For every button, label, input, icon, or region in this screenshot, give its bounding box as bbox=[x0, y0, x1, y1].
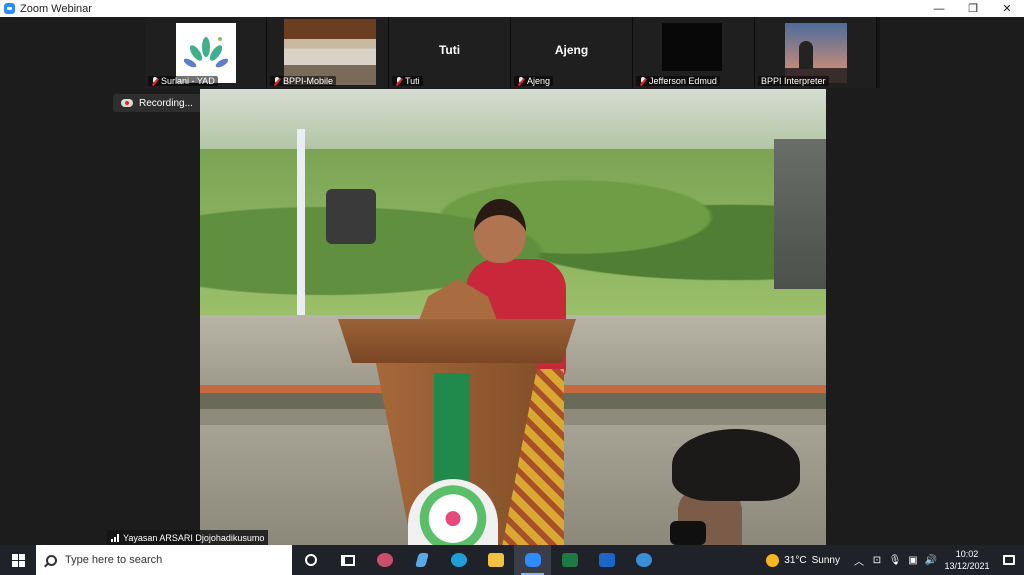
outlook-icon bbox=[598, 553, 615, 567]
participant-tile[interactable]: Surlani - YAD bbox=[145, 17, 267, 88]
participant-tile[interactable]: BPPI-Mobile bbox=[267, 17, 389, 88]
participant-name: BPPI-Mobile bbox=[283, 76, 334, 86]
sun-icon bbox=[766, 553, 780, 567]
participant-tile[interactable]: Jefferson Edmud bbox=[633, 17, 755, 88]
weather-condition: Sunny bbox=[811, 554, 840, 566]
folder-icon bbox=[487, 553, 504, 567]
help-icon bbox=[635, 553, 652, 567]
task-view-icon bbox=[340, 554, 355, 566]
restore-button[interactable]: ❐ bbox=[956, 0, 990, 17]
taskbar-app-edge[interactable] bbox=[440, 545, 477, 575]
participant-name: BPPI Interpreter bbox=[761, 76, 826, 86]
mic-muted-icon bbox=[517, 76, 525, 86]
volume-icon[interactable]: 🔊 bbox=[922, 545, 940, 575]
mic-muted-icon bbox=[395, 76, 403, 86]
cortana-button[interactable] bbox=[292, 545, 329, 575]
signal-strength-icon bbox=[111, 533, 119, 542]
taskbar-app-zoom[interactable] bbox=[514, 545, 551, 575]
paint-icon bbox=[376, 553, 393, 567]
recording-indicator[interactable]: Recording... bbox=[113, 94, 201, 112]
video-thumbnail bbox=[662, 23, 722, 71]
participant-name: Surlani - YAD bbox=[161, 76, 215, 86]
participant-label: Tuti bbox=[392, 76, 423, 86]
participant-label: BPPI-Mobile bbox=[270, 76, 337, 86]
video-thumbnail bbox=[785, 23, 847, 83]
participant-tile[interactable]: Tuti Tuti bbox=[389, 17, 511, 88]
taskbar-app-file-explorer[interactable] bbox=[477, 545, 514, 575]
system-tray: 31°C Sunny ︿ ⊡ 🎙 ▣ 🔊 10:02 13/12/2021 bbox=[766, 545, 1024, 575]
speaker-name: Yayasan ARSARI Djojohadikusumo bbox=[123, 532, 265, 543]
participant-label: BPPI Interpreter bbox=[758, 76, 829, 86]
video-water-tank bbox=[326, 189, 376, 244]
recording-label: Recording... bbox=[139, 97, 193, 109]
zoom-icon bbox=[4, 3, 15, 14]
network-icon[interactable]: ⊡ bbox=[868, 545, 886, 575]
notification-button[interactable] bbox=[994, 545, 1024, 575]
video-shrine bbox=[774, 139, 826, 289]
microphone-icon[interactable]: 🎙 bbox=[886, 545, 904, 575]
mic-muted-icon bbox=[151, 76, 159, 86]
taskbar-search[interactable]: Type here to search bbox=[36, 545, 292, 575]
active-speaker-label: Yayasan ARSARI Djojohadikusumo bbox=[107, 530, 269, 545]
clock-date: 13/12/2021 bbox=[944, 561, 990, 571]
participant-tile[interactable]: Ajeng Ajeng bbox=[511, 17, 633, 88]
participant-display-name: Tuti bbox=[438, 43, 461, 57]
start-button[interactable] bbox=[0, 545, 36, 575]
participant-name: Tuti bbox=[405, 76, 420, 86]
participant-label: Surlani - YAD bbox=[148, 76, 218, 86]
task-view-button[interactable] bbox=[329, 545, 366, 575]
video-podium bbox=[338, 279, 578, 545]
search-icon bbox=[46, 554, 57, 566]
chevron-up-icon[interactable]: ︿ bbox=[850, 545, 868, 575]
participant-label: Ajeng bbox=[514, 76, 554, 86]
search-placeholder: Type here to search bbox=[65, 554, 163, 566]
weather-temp: 31°C bbox=[784, 554, 807, 566]
taskbar-app-shortcut[interactable] bbox=[403, 545, 440, 575]
taskbar-app-help[interactable] bbox=[625, 545, 662, 575]
participant-display-name: Ajeng bbox=[554, 43, 589, 57]
clock[interactable]: 10:02 13/12/2021 bbox=[940, 548, 994, 572]
video-pole bbox=[297, 129, 305, 329]
taskbar-app-excel[interactable] bbox=[551, 545, 588, 575]
taskbar-app-paint[interactable] bbox=[366, 545, 403, 575]
title-bar: Zoom Webinar — ❐ ✕ bbox=[0, 0, 1024, 17]
participant-name: Ajeng bbox=[527, 76, 551, 86]
cloud-record-icon bbox=[121, 99, 133, 107]
excel-icon bbox=[561, 553, 578, 567]
meeting-area: Surlani - YAD BPPI-Mobile Tuti Tuti Ajen… bbox=[0, 17, 1024, 545]
participant-name: Jefferson Edmud bbox=[649, 76, 717, 86]
shortcut-icon bbox=[414, 553, 429, 567]
weather-widget[interactable]: 31°C Sunny bbox=[766, 553, 840, 567]
main-video[interactable] bbox=[200, 89, 826, 545]
windows-logo-icon bbox=[11, 553, 25, 567]
minimize-button[interactable]: — bbox=[922, 0, 956, 17]
display-icon[interactable]: ▣ bbox=[904, 545, 922, 575]
window-title: Zoom Webinar bbox=[20, 2, 92, 15]
clock-time: 10:02 bbox=[955, 549, 979, 559]
participant-label: Jefferson Edmud bbox=[636, 76, 720, 86]
notification-icon bbox=[1003, 555, 1015, 565]
zoom-app-icon bbox=[524, 553, 541, 567]
leaf-logo-icon bbox=[184, 37, 228, 68]
video-audience-figure bbox=[662, 429, 802, 545]
cortana-icon bbox=[304, 554, 317, 566]
participant-strip: Surlani - YAD BPPI-Mobile Tuti Tuti Ajen… bbox=[145, 17, 880, 88]
participant-tile[interactable]: BPPI Interpreter bbox=[755, 17, 877, 88]
taskbar-app-outlook[interactable] bbox=[588, 545, 625, 575]
mic-muted-icon bbox=[273, 76, 281, 86]
edge-icon bbox=[450, 553, 467, 567]
windows-taskbar: Type here to search 31°C Sunny ︿ ⊡ 🎙 ▣ 🔊… bbox=[0, 545, 1024, 575]
close-button[interactable]: ✕ bbox=[990, 0, 1024, 17]
mic-muted-icon bbox=[639, 76, 647, 86]
logo-avatar bbox=[176, 23, 236, 83]
